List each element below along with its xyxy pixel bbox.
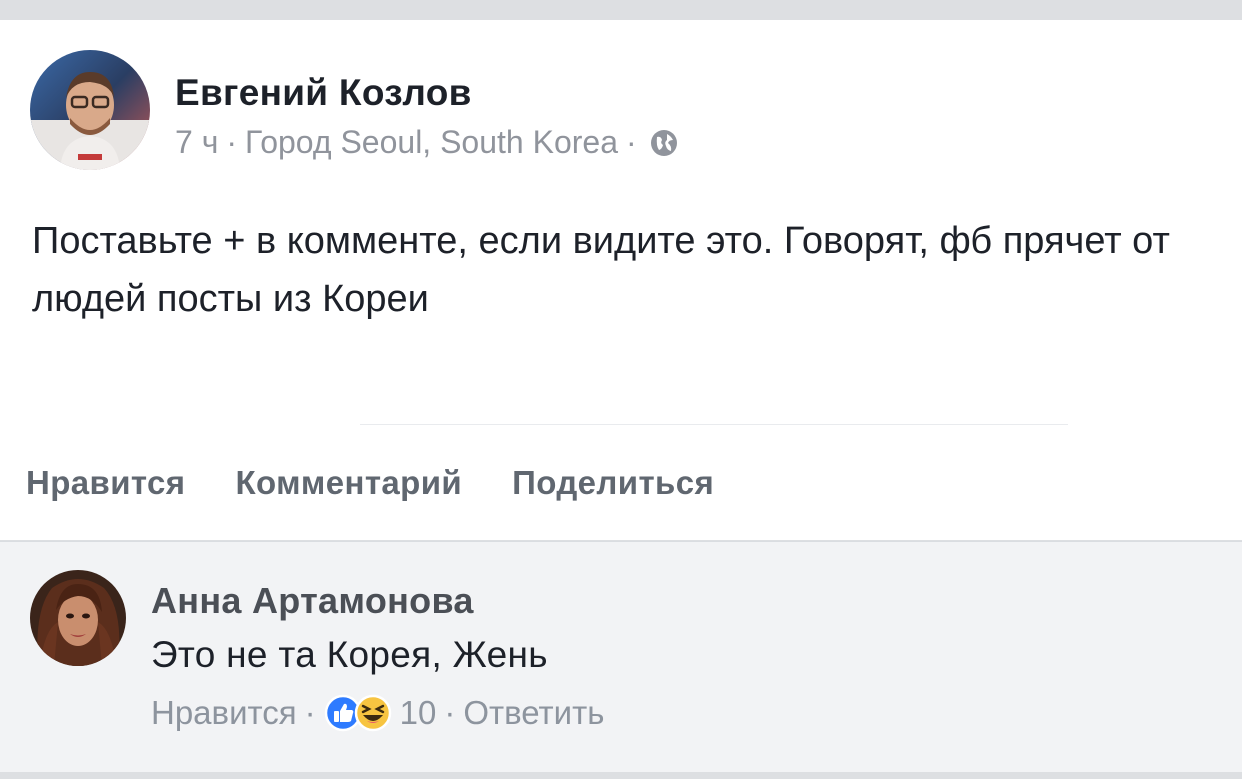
- post-meta: 7 ч · Город Seoul, South Korea ·: [175, 124, 679, 161]
- meta-separator: ·: [304, 694, 316, 731]
- reaction-count[interactable]: 10: [400, 694, 437, 732]
- like-button[interactable]: Нравится: [26, 464, 185, 502]
- reactions-summary[interactable]: [324, 694, 392, 732]
- comment-button[interactable]: Комментарий: [235, 464, 462, 502]
- haha-reaction-icon: [354, 694, 391, 732]
- comments-section: Анна Артамонова Это не та Корея, Жень Нр…: [0, 541, 1242, 772]
- reply-link[interactable]: Ответить: [463, 694, 604, 732]
- post-time[interactable]: 7 ч: [175, 124, 218, 161]
- meta-separator: ·: [625, 124, 637, 160]
- author-avatar[interactable]: [30, 50, 150, 170]
- comment-like-link[interactable]: Нравится: [151, 694, 297, 732]
- post-author-name[interactable]: Евгений Козлов: [175, 72, 472, 114]
- comment-text: Это не та Корея, Жень: [151, 634, 548, 675]
- post-location[interactable]: Город Seoul, South Korea: [245, 124, 618, 161]
- share-button[interactable]: Поделиться: [512, 464, 714, 502]
- divider: [360, 424, 1068, 425]
- post-text: Поставьте + в комменте, если видите это.…: [32, 220, 1170, 320]
- meta-separator: ·: [226, 124, 238, 160]
- post-card: Евгений Козлов 7 ч · Город Seoul, South …: [0, 20, 1242, 540]
- comment-author-name[interactable]: Анна Артамонова: [151, 580, 474, 622]
- meta-separator: ·: [444, 694, 456, 731]
- comment-actions: Нравится · 10 · Ответить: [151, 694, 604, 732]
- globe-icon: [649, 128, 679, 158]
- post-actions: Нравится Комментарий Поделиться: [26, 464, 714, 502]
- commenter-avatar[interactable]: [30, 570, 126, 666]
